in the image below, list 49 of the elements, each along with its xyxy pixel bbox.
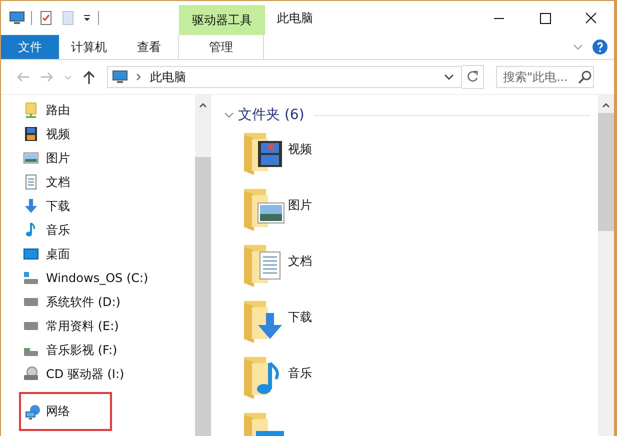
- group-header[interactable]: 文件夹 (6): [238, 106, 304, 124]
- nav-item[interactable]: 路由: [21, 100, 72, 120]
- computer-icon[interactable]: [9, 10, 25, 26]
- ribbon-tab[interactable]: 查看: [119, 35, 179, 59]
- window-title: 此电脑: [277, 10, 313, 26]
- desktop-icon: [23, 246, 39, 262]
- nav-item[interactable]: 音乐影视 (F:): [21, 340, 120, 360]
- share-icon: [23, 102, 39, 118]
- ribbon-tab[interactable]: 管理: [178, 35, 264, 59]
- scrollbar[interactable]: [195, 95, 211, 436]
- up-arrow-icon[interactable]: [81, 69, 97, 85]
- cd-icon: [23, 366, 39, 382]
- network-icon: [25, 404, 41, 420]
- ribbon-tab[interactable]: 文件: [1, 35, 59, 59]
- computer-icon: [112, 69, 128, 85]
- search-icon[interactable]: [577, 69, 593, 85]
- nav-item[interactable]: Windows_OS (C:): [21, 269, 150, 287]
- nav-item[interactable]: 桌面: [21, 244, 72, 264]
- collapse-chevron-icon[interactable]: [224, 110, 234, 120]
- nav-item[interactable]: 图片: [21, 148, 72, 168]
- path-segment[interactable]: 此电脑: [150, 68, 186, 86]
- scrollbar[interactable]: [598, 95, 614, 436]
- folder-name[interactable]: 视频: [288, 140, 312, 158]
- folder-name[interactable]: 文档: [288, 252, 312, 270]
- folder-name[interactable]: 图片: [288, 196, 312, 214]
- folder-name[interactable]: 音乐: [288, 364, 312, 382]
- refresh-icon[interactable]: [462, 65, 484, 89]
- document-icon: [23, 174, 39, 190]
- ribbon-tab[interactable]: 计算机: [59, 35, 119, 59]
- help-icon[interactable]: [592, 39, 608, 55]
- folder-name[interactable]: 下载: [288, 308, 312, 326]
- search-field[interactable]: 搜索"此电...: [496, 66, 594, 88]
- nav-item[interactable]: 下载: [21, 196, 72, 216]
- video-icon: [23, 126, 39, 142]
- contextual-tab-group: 驱动器工具: [179, 5, 265, 35]
- dropdown-icon[interactable]: [82, 13, 92, 23]
- picture-folder-icon[interactable]: [242, 187, 286, 231]
- nav-item[interactable]: 系统软件 (D:): [21, 292, 122, 312]
- nav-item[interactable]: 音乐: [21, 220, 72, 240]
- nav-item[interactable]: 文档: [21, 172, 72, 192]
- nav-item[interactable]: 网络: [21, 394, 110, 429]
- nav-item[interactable]: 视频: [21, 124, 72, 144]
- nav-item[interactable]: 常用资料 (E:): [21, 316, 121, 336]
- system-drive-icon: [23, 270, 39, 286]
- download-icon: [23, 198, 39, 214]
- picture-icon: [23, 150, 39, 166]
- properties-icon[interactable]: [38, 10, 54, 26]
- nav-item[interactable]: CD 驱动器 (I:): [21, 364, 126, 384]
- address-field[interactable]: 此电脑: [107, 66, 462, 88]
